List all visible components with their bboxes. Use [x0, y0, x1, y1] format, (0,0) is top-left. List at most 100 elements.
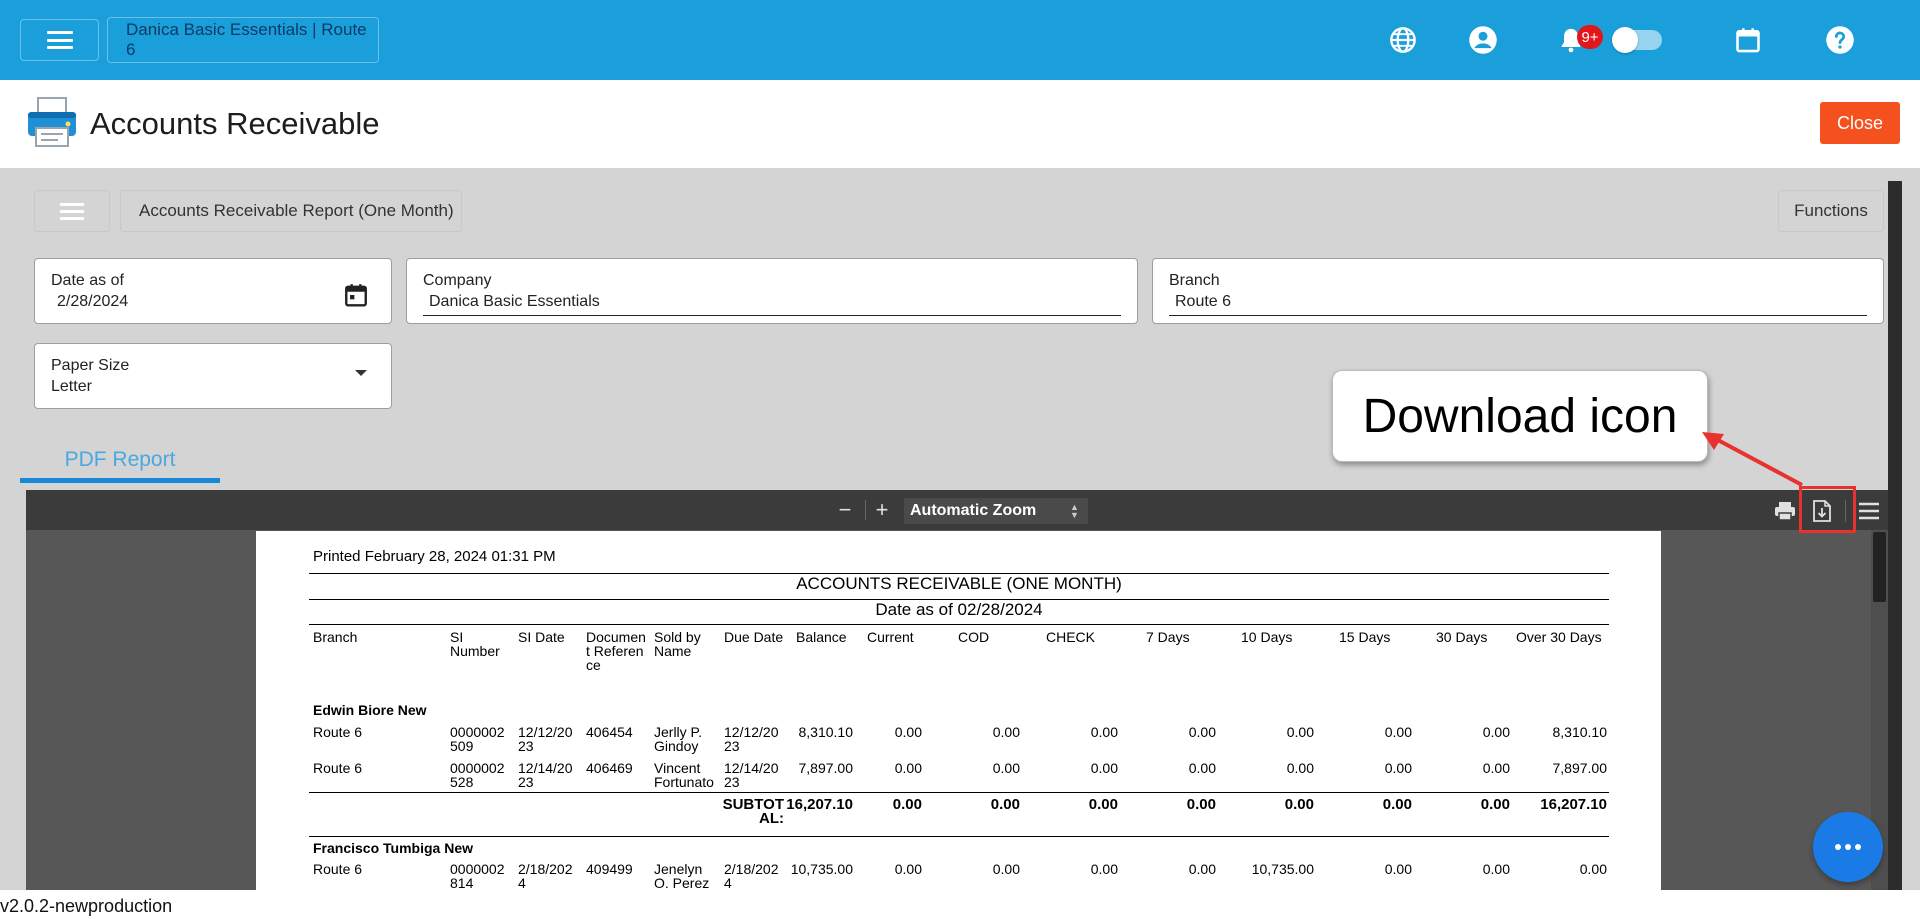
- dot-icon: [1855, 844, 1861, 850]
- close-button[interactable]: Close: [1820, 102, 1900, 144]
- dropdown-caret-icon[interactable]: [355, 370, 367, 376]
- col-header: 10 Days: [1241, 629, 1293, 645]
- page-scrollbar[interactable]: [1888, 181, 1902, 890]
- date-as-of-label: Date as of: [51, 272, 124, 289]
- report-rule: [309, 624, 1609, 625]
- download-highlight-box: [1799, 486, 1856, 533]
- zoom-out-button[interactable]: −: [835, 497, 855, 522]
- cell-check: 0.00: [1090, 724, 1118, 740]
- cell-cod: 0.00: [992, 724, 1020, 740]
- hamburger-icon: [60, 202, 84, 220]
- cell-7-days: 0.00: [1188, 861, 1216, 877]
- subtotal-rule: [309, 836, 1609, 837]
- date-as-of-field[interactable]: Date as of 2/28/2024: [34, 258, 392, 324]
- report-printed-date: Printed February 28, 2024 01:31 PM: [313, 548, 556, 565]
- col-header: COD: [958, 629, 990, 645]
- subtotal-balance: 16,207.10: [786, 796, 853, 813]
- help-button[interactable]: [1824, 24, 1856, 56]
- main-menu-button[interactable]: [20, 19, 99, 61]
- functions-button[interactable]: Functions: [1778, 190, 1884, 232]
- col-header: CHECK: [1046, 629, 1096, 645]
- page-header: Accounts Receivable Close: [0, 80, 1920, 168]
- pdf-scrollbar-thumb[interactable]: [1873, 532, 1886, 602]
- report-menu-button[interactable]: [34, 190, 110, 232]
- cell-current: 0.00: [894, 760, 922, 776]
- subtotal-current: 0.00: [892, 796, 922, 813]
- notification-badge: 9+: [1577, 25, 1603, 49]
- hamburger-icon: [46, 31, 73, 49]
- cell-si-number: 0000002528: [450, 760, 505, 790]
- tab-pdf-report[interactable]: PDF Report: [20, 436, 220, 484]
- cell-check: 0.00: [1090, 760, 1118, 776]
- cell-si-number: 0000002509: [450, 724, 505, 754]
- cell-si-number: 0000002814: [450, 861, 505, 890]
- cell-30-days: 0.00: [1482, 760, 1510, 776]
- subtotal-rule: [309, 792, 1609, 793]
- cell-doc-ref: 406469: [586, 760, 633, 776]
- dark-mode-icon-button[interactable]: [1671, 24, 1703, 56]
- branch-label: Branch: [1169, 272, 1220, 289]
- cell-sold-by: Jenelyn O. Perez: [654, 861, 710, 890]
- cell-sold-by: Jerlly P. Gindoy: [654, 724, 702, 754]
- col-header: Sold by Name: [654, 629, 701, 659]
- tools-menu-button[interactable]: [1856, 498, 1882, 524]
- subtotal-check: 0.00: [1088, 796, 1118, 813]
- calendar-button[interactable]: [1732, 24, 1764, 56]
- cell-si-date: 2/18/2024: [518, 861, 573, 890]
- calendar-icon[interactable]: [343, 282, 369, 308]
- group-name: Francisco Tumbiga New: [313, 840, 473, 856]
- group-name: Edwin Biore New: [313, 702, 427, 718]
- dark-mode-toggle[interactable]: [1612, 27, 1662, 53]
- branch-value: Route 6: [1175, 293, 1232, 310]
- cell-over-30-days: 0.00: [1579, 861, 1607, 877]
- print-icon: [1775, 502, 1795, 521]
- zoom-select[interactable]: Automatic Zoom: [904, 498, 1088, 524]
- zoom-select-value: Automatic Zoom: [910, 502, 1037, 519]
- select-arrows-icon: ▲ ▼: [1070, 502, 1079, 520]
- cell-15-days: 0.00: [1384, 760, 1412, 776]
- printer-icon: [28, 97, 76, 147]
- company-field[interactable]: Company Danica Basic Essentials: [406, 258, 1138, 324]
- zoom-in-button[interactable]: +: [872, 497, 892, 522]
- cell-branch: Route 6: [313, 760, 363, 776]
- company-underline: [423, 315, 1121, 316]
- report-heading: ACCOUNTS RECEIVABLE (ONE MONTH): [796, 574, 1122, 593]
- account-circle-icon: [1469, 26, 1497, 54]
- cell-15-days: 0.00: [1384, 724, 1412, 740]
- cell-due-date: 12/14/2023: [724, 760, 779, 790]
- language-globe-button[interactable]: [1387, 24, 1419, 56]
- cell-due-date: 2/18/2024: [724, 861, 779, 890]
- toggle-knob: [1612, 27, 1638, 53]
- cell-doc-ref: 409499: [586, 861, 633, 877]
- branch-underline: [1169, 315, 1867, 316]
- col-header: 7 Days: [1146, 629, 1190, 645]
- cell-cod: 0.00: [992, 861, 1020, 877]
- version-label: v2.0.2-newproduction: [0, 896, 173, 916]
- cell-30-days: 0.00: [1482, 724, 1510, 740]
- account-button[interactable]: [1467, 24, 1499, 56]
- cell-branch: Route 6: [313, 861, 363, 877]
- company-value: Danica Basic Essentials: [429, 293, 600, 310]
- calendar-icon: [1736, 28, 1760, 53]
- cell-over-30-days: 7,897.00: [1552, 760, 1608, 776]
- col-header: SI Date: [518, 629, 565, 645]
- footer: [0, 890, 1920, 919]
- col-header: Due Date: [724, 629, 784, 645]
- branch-field[interactable]: Branch Route 6: [1152, 258, 1884, 324]
- col-header: 15 Days: [1339, 629, 1391, 645]
- cell-15-days: 0.00: [1384, 861, 1412, 877]
- company-label: Company: [423, 272, 492, 289]
- globe-icon: [1390, 27, 1416, 53]
- moon-icon: [1683, 28, 1696, 52]
- help-icon: [1826, 26, 1854, 54]
- col-header: Balance: [796, 629, 847, 645]
- cell-10-days: 10,735.00: [1251, 861, 1314, 877]
- cell-balance: 8,310.10: [798, 724, 854, 740]
- paper-size-select[interactable]: Paper Size Letter: [34, 343, 392, 409]
- more-actions-fab[interactable]: [1813, 812, 1883, 882]
- dot-icon: [1845, 844, 1851, 850]
- download-icon-callout: Download icon: [1332, 370, 1708, 462]
- cell-7-days: 0.00: [1188, 724, 1216, 740]
- print-button[interactable]: [1772, 498, 1798, 524]
- subtotal-30-days: 0.00: [1480, 796, 1510, 813]
